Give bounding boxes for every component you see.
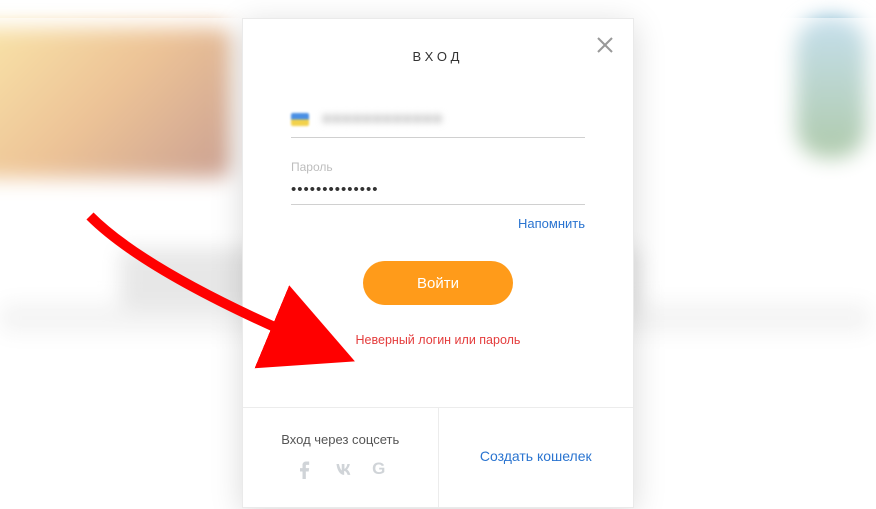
social-login-section: Вход через соцсеть G <box>243 408 438 507</box>
modal-header: ВХОД <box>243 19 633 72</box>
login-input[interactable]: ●●●●●●●●●●●● <box>291 104 585 138</box>
create-wallet-link[interactable]: Создать кошелек <box>480 448 592 464</box>
social-icons: G <box>253 459 428 479</box>
password-field-wrapper: Пароль <box>291 160 585 205</box>
social-title: Вход через соцсеть <box>253 432 428 447</box>
close-icon[interactable] <box>595 35 615 55</box>
password-label: Пароль <box>291 160 585 174</box>
login-field-wrapper: ●●●●●●●●●●●● <box>291 104 585 138</box>
remind-link[interactable]: Напомнить <box>518 216 585 231</box>
error-message: Неверный логин или пароль <box>291 333 585 347</box>
flag-icon <box>291 113 309 126</box>
vk-icon[interactable] <box>334 459 354 479</box>
login-form: ●●●●●●●●●●●● Пароль Напомнить Войти Неве… <box>243 72 633 377</box>
login-button[interactable]: Войти <box>363 261 513 305</box>
google-icon[interactable]: G <box>372 459 385 479</box>
remind-row: Напомнить <box>291 215 585 233</box>
login-value-masked: ●●●●●●●●●●●● <box>322 110 443 127</box>
create-wallet-section: Создать кошелек <box>438 408 634 507</box>
modal-footer: Вход через соцсеть G Создать кошелек <box>243 407 633 507</box>
modal-title: ВХОД <box>413 49 464 64</box>
facebook-icon[interactable] <box>295 459 315 479</box>
password-input[interactable] <box>291 175 585 205</box>
login-modal: ВХОД ●●●●●●●●●●●● Пароль Напомнить Войти… <box>242 18 634 508</box>
